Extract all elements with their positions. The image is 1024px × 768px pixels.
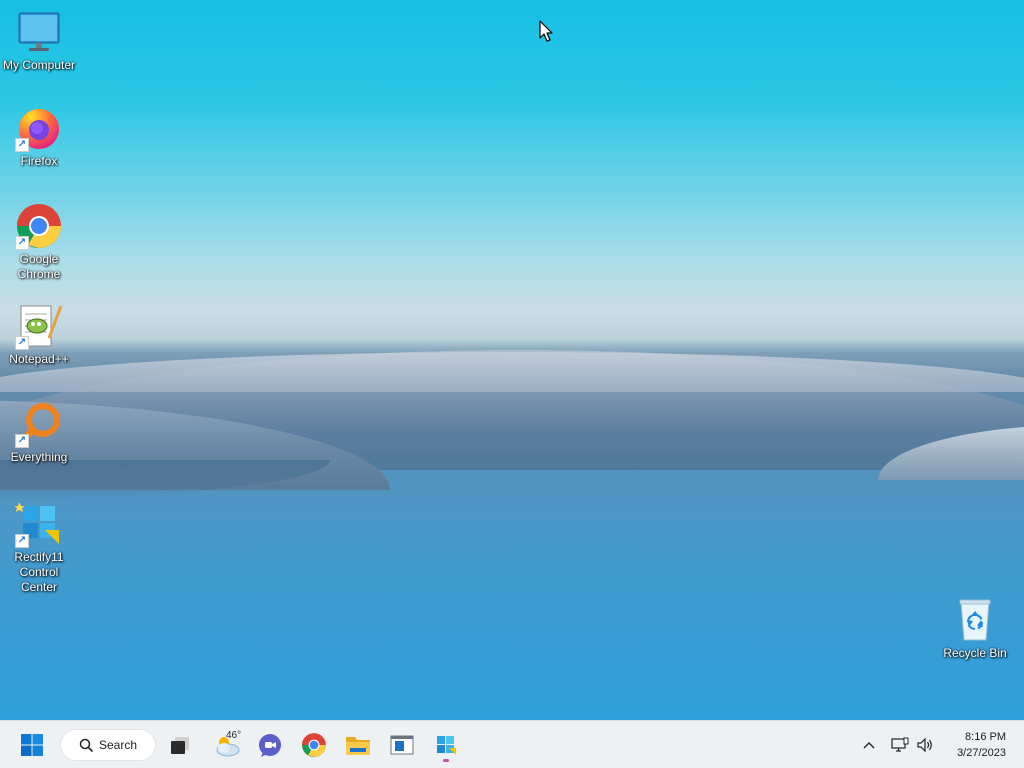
windows-logo-icon [21,734,43,756]
task-view-button[interactable] [162,727,198,763]
taskbar-file-explorer-button[interactable] [340,727,376,763]
task-view-icon [171,737,189,754]
taskbar-clock[interactable]: 8:16 PM 3/27/2023 [957,729,1006,761]
start-button[interactable] [14,727,50,763]
desktop-icon-label: Rectify11 Control Center [14,550,64,594]
shortcut-arrow-icon: ↗ [15,236,29,250]
desktop-icon-label: My Computer [2,58,76,72]
search-label: Search [99,738,138,752]
search-icon [79,738,93,752]
notepad-plus-plus-icon: ↗ [15,302,63,350]
desktop-icon-label: Firefox [20,154,58,168]
desktop-wallpaper: My Computer ↗ Firefox ↗ Google Chrome ↗ … [0,0,1024,720]
rectify11-icon: ↗ [14,500,63,548]
taskbar-chrome-button[interactable] [296,727,332,763]
desktop-icon-my-computer[interactable]: My Computer [1,8,77,73]
desktop-icon-label: Recycle Bin [943,646,1007,660]
desktop-icon-google-chrome[interactable]: ↗ Google Chrome [1,202,77,282]
desktop-icon-notepad-plus-plus[interactable]: ↗ Notepad++ [1,302,77,367]
network-button[interactable] [888,733,912,757]
active-app-indicator [443,759,449,762]
taskbar: Search 46° 8:16 PM 3/27/2023 [0,720,1024,768]
chat-button[interactable] [252,727,288,763]
show-hidden-icons-button[interactable] [857,733,881,757]
chevron-up-icon [863,742,875,749]
volume-icon [917,737,932,753]
volume-button[interactable] [913,733,937,757]
shortcut-arrow-icon: ↗ [15,434,29,448]
recycle-bin-icon [951,596,999,644]
shortcut-arrow-icon: ↗ [15,138,29,152]
everything-search-icon: ↗ [15,400,63,448]
network-icon [891,737,909,752]
desktop-icon-firefox[interactable]: ↗ Firefox [1,104,77,169]
chrome-icon: ↗ [15,202,63,250]
desktop-icon-label: Everything [10,450,68,464]
shortcut-arrow-icon: ↗ [15,534,29,548]
desktop-icon-label: Google Chrome [17,252,61,281]
firefox-icon: ↗ [15,104,63,152]
window-app-icon [390,735,414,755]
folder-icon [346,737,370,755]
monitor-icon [15,8,63,56]
shortcut-arrow-icon: ↗ [15,336,29,350]
weather-temperature: 46° [226,730,242,741]
taskbar-rectify11-button[interactable] [428,727,464,763]
desktop-icon-label: Notepad++ [9,352,69,366]
taskbar-search-box[interactable]: Search [60,729,156,761]
rectify11-icon [437,736,456,755]
clock-time: 8:16 PM [965,731,1006,743]
desktop-icon-recycle-bin[interactable]: Recycle Bin [937,596,1013,661]
desktop-icon-rectify11-control-center[interactable]: ↗ Rectify11 Control Center [1,500,77,595]
desktop-icon-everything[interactable]: ↗ Everything [1,400,77,465]
clock-date: 3/27/2023 [957,747,1006,759]
mouse-cursor-icon [539,20,553,47]
chat-icon [259,734,281,757]
taskbar-window-app-button[interactable] [384,727,420,763]
wallpaper-far-dune-highlight [0,352,1024,392]
chrome-icon [302,733,326,757]
